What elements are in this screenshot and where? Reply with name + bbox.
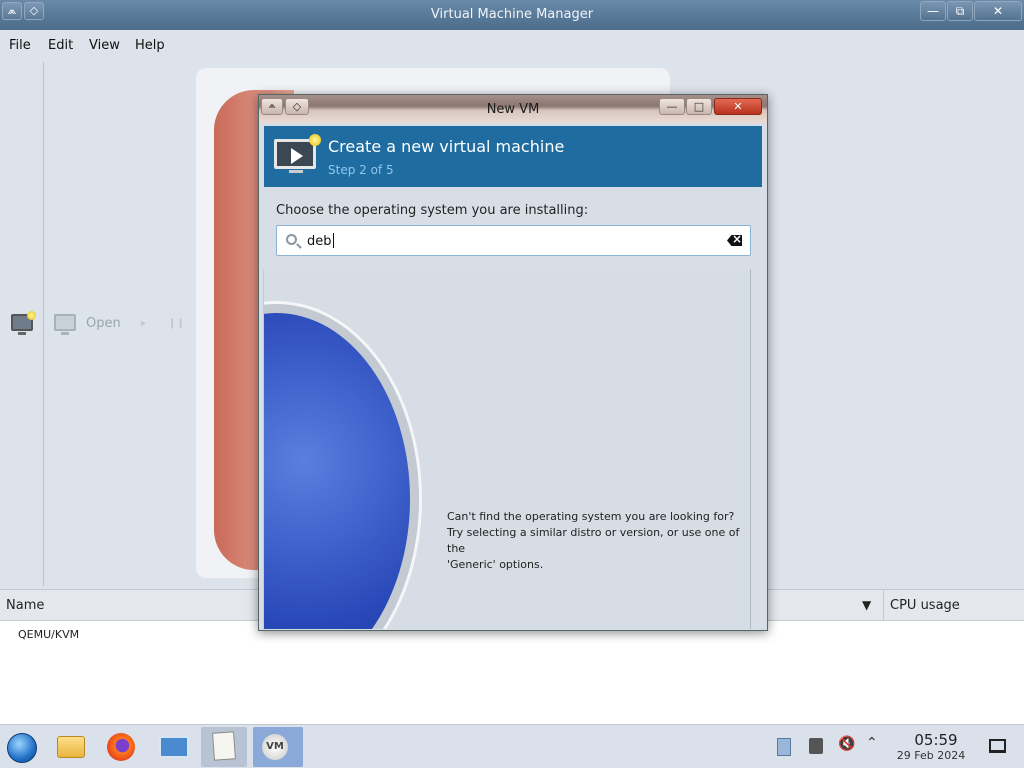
not-found-line-1: Can't find the operating system you are … (447, 510, 735, 523)
folder-icon (57, 736, 85, 758)
notepad-icon (212, 731, 236, 761)
taskbar-text-editor[interactable] (201, 727, 247, 767)
menu-edit[interactable]: Edit (48, 38, 73, 53)
main-titlebar: ⩕ ◇ Virtual Machine Manager — ⧉ ✕ (0, 0, 1024, 30)
start-menu-button[interactable] (0, 727, 46, 767)
storage-tray-icon[interactable] (809, 738, 823, 754)
minimize-button[interactable]: — (920, 1, 946, 21)
os-search-value: deb (307, 234, 332, 249)
text-caret (332, 233, 334, 248)
pause-icon[interactable]: ❙❙ (168, 318, 185, 329)
dialog-titlebar: ⩕ ◇ New VM — □ ✕ (259, 95, 767, 123)
os-not-found-message: Can't find the operating system you are … (447, 509, 750, 573)
new-vm-button[interactable] (11, 311, 36, 335)
restore-button[interactable]: ⧉ (947, 1, 973, 21)
new-vm-monitor-icon (274, 134, 321, 173)
main-window-title: Virtual Machine Manager (430, 7, 594, 22)
wallpaper-globe (264, 304, 419, 629)
popover-pointer (509, 269, 527, 277)
vm-list: QEMU/KVM (0, 621, 1024, 724)
clear-text-icon[interactable] (727, 235, 742, 246)
menu-view[interactable]: View (89, 38, 120, 53)
column-divider (883, 590, 884, 621)
menu-file[interactable]: File (9, 38, 31, 53)
clipboard-tray-icon[interactable] (777, 738, 791, 756)
monitor-icon (54, 314, 76, 335)
start-orb-icon (7, 733, 37, 763)
taskbar-file-manager[interactable] (47, 727, 93, 767)
open-button[interactable]: Open (54, 314, 121, 335)
menubar: File Edit View Help (0, 30, 1024, 60)
virt-manager-icon: VM (262, 734, 288, 760)
taskbar-firefox[interactable] (98, 727, 144, 767)
column-cpu-usage[interactable]: CPU usage (890, 598, 960, 613)
volume-muted-icon[interactable]: 🔇 (838, 736, 855, 752)
not-found-line-3: 'Generic' options. (447, 558, 544, 571)
taskbar-virt-manager[interactable]: VM (253, 727, 303, 767)
column-chooser-icon[interactable]: ▼ (862, 598, 871, 612)
clock-date[interactable]: 29 Feb 2024 (888, 749, 974, 762)
connection-row[interactable]: QEMU/KVM (18, 628, 79, 641)
new-vm-icon (11, 311, 36, 335)
open-label: Open (86, 316, 121, 331)
step-indicator: Step 2 of 5 (328, 163, 394, 177)
new-vm-dialog: ⩕ ◇ New VM — □ ✕ Create a new virtual ma… (258, 94, 768, 631)
dialog-minimize-button[interactable]: — (659, 98, 685, 115)
column-name[interactable]: Name (6, 598, 44, 613)
run-icon[interactable]: ▸ (141, 318, 146, 329)
dialog-close-button[interactable]: ✕ (714, 98, 762, 115)
close-button[interactable]: ✕ (974, 1, 1022, 21)
network-settings-icon (159, 736, 189, 758)
tray-expand-icon[interactable]: ⌃ (866, 735, 878, 751)
firefox-icon (107, 733, 135, 761)
menu-help[interactable]: Help (135, 38, 165, 53)
os-prompt-label: Choose the operating system you are inst… (276, 203, 589, 218)
taskbar-network-settings[interactable] (150, 727, 196, 767)
dialog-header-banner: Create a new virtual machine Step 2 of 5 (264, 126, 762, 187)
toolbar-separator (43, 62, 44, 586)
os-search-input[interactable]: deb (276, 225, 751, 256)
dialog-maximize-button[interactable]: □ (686, 98, 712, 115)
clock-time[interactable]: 05:59 (903, 731, 969, 749)
dialog-header-title: Create a new virtual machine (328, 137, 565, 156)
os-results-panel: Can't find the operating system you are … (263, 269, 751, 629)
search-icon (286, 234, 297, 245)
taskbar: VM 🔇 ⌃ 05:59 29 Feb 2024 (0, 724, 1024, 768)
show-desktop-icon[interactable] (989, 739, 1006, 753)
not-found-line-2: Try selecting a similar distro or versio… (447, 526, 740, 555)
